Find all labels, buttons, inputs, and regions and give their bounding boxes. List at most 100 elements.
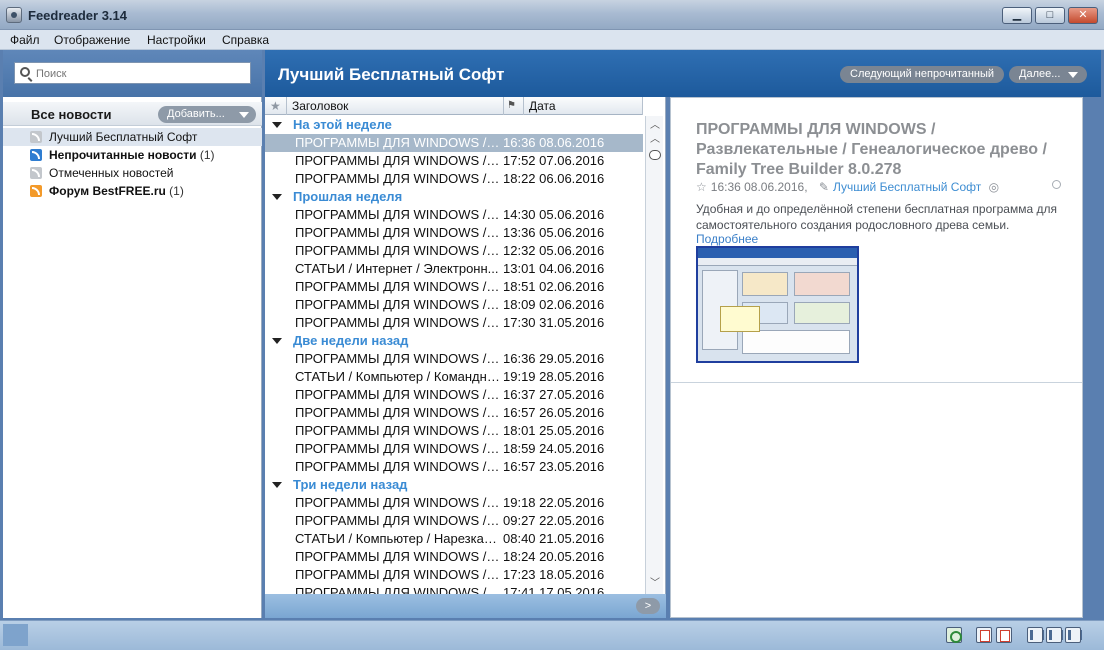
article-row[interactable]: ПРОГРАММЫ ДЛЯ WINDOWS / Му... 19:18 22.05… (265, 494, 643, 512)
article-row[interactable]: ПРОГРАММЫ ДЛЯ WINDOWS / О... 12:32 05.06.… (265, 242, 643, 260)
group-label: Прошлая неделя (293, 189, 403, 204)
article-row[interactable]: ПРОГРАММЫ ДЛЯ WINDOWS / Му... 09:27 22.05… (265, 512, 643, 530)
article-row[interactable]: ПРОГРАММЫ ДЛЯ WINDOWS / Об... 16:57 26.05… (265, 404, 643, 422)
article-row-date: 12:32 05.06.2016 (503, 243, 605, 258)
feed-item-forum[interactable]: Форум BestFREE.ru (1) (3, 182, 262, 200)
article-row[interactable]: СТАТЬИ / Компьютер / Командна... 19:19 28… (265, 368, 643, 386)
menu-file[interactable]: Файл (10, 33, 40, 47)
article-row[interactable]: ПРОГРАММЫ ДЛЯ WINDOWS / Об... 18:59 24.05… (265, 440, 643, 458)
collapse-triangle-icon[interactable] (272, 194, 282, 200)
article-row-date: 08:40 21.05.2016 (503, 531, 605, 546)
layout-vertical-icon[interactable] (1065, 627, 1082, 643)
scroll-up-icon[interactable]: ︿ (649, 134, 661, 146)
maximize-button[interactable]: □ (1035, 7, 1065, 24)
collapse-triangle-icon[interactable] (272, 482, 282, 488)
article-row[interactable]: ПРОГРАММЫ ДЛЯ WINDOWS / О... 16:36 29.05.… (265, 350, 643, 368)
group-header[interactable]: На этой неделе (265, 116, 643, 134)
font-icon[interactable] (996, 627, 1012, 643)
minimize-button[interactable]: ▁ (1002, 7, 1032, 24)
article-title[interactable]: ПРОГРАММЫ ДЛЯ WINDOWS / Развлекательные … (696, 120, 1068, 180)
article-source-link[interactable]: Лучший Бесплатный Софт (833, 180, 981, 194)
menu-settings[interactable]: Настройки (147, 33, 206, 47)
article-row-title: СТАТЬИ / Компьютер / Командна... (295, 369, 500, 384)
search-box[interactable] (14, 62, 251, 84)
star-outline-icon[interactable]: ☆ (696, 180, 707, 194)
tag-column-header[interactable]: ⚑ (504, 97, 524, 115)
menu-help[interactable]: Справка (222, 33, 269, 47)
article-row-title: ПРОГРАММЫ ДЛЯ WINDOWS / О... (295, 315, 500, 330)
next-unread-button[interactable]: Следующий непрочитанный (840, 66, 1005, 83)
article-row[interactable]: ПРОГРАММЫ ДЛЯ WINDOWS / О... 13:36 05.06.… (265, 224, 643, 242)
collapse-triangle-icon[interactable] (272, 338, 282, 344)
all-news-label[interactable]: Все новости (31, 107, 111, 122)
feed-label: Форум BestFREE.ru (49, 184, 166, 198)
article-row-date: 09:27 22.05.2016 (503, 513, 605, 528)
star-column-header[interactable]: ★ (265, 97, 287, 115)
article-row-date: 13:01 04.06.2016 (503, 261, 605, 276)
scroll-down-icon[interactable]: ﹀ (649, 578, 661, 590)
article-row-title: ПРОГРАММЫ ДЛЯ WINDOWS / Об... (295, 405, 500, 420)
chevron-down-icon (1068, 72, 1078, 78)
article-row[interactable]: ПРОГРАММЫ ДЛЯ WINDOWS / О... 14:30 05.06.… (265, 206, 643, 224)
feed-item-flagged[interactable]: Отмеченных новостей (3, 164, 262, 182)
search-input[interactable] (36, 66, 246, 81)
close-button[interactable]: ✕ (1068, 7, 1098, 24)
article-row-title: ПРОГРАММЫ ДЛЯ WINDOWS / О... (295, 351, 500, 366)
feed-title: Лучший Бесплатный Софт (278, 65, 505, 84)
article-row-title: ПРОГРАММЫ ДЛЯ WINDOWS / Му... (295, 585, 500, 594)
feed-list: Лучший Бесплатный Софт Непрочитанные нов… (3, 128, 262, 200)
article-row-date: 17:41 17.05.2016 (503, 585, 605, 594)
refresh-icon[interactable] (946, 627, 962, 643)
article-row-date: 16:36 08.06.2016 (503, 135, 605, 150)
article-row[interactable]: ПРОГРАММЫ ДЛЯ WINDOWS / О... 18:22 06.06.… (265, 170, 643, 188)
list-scrollbar[interactable]: ︿ ︿ ﹀ (645, 116, 663, 594)
article-row[interactable]: СТАТЬИ / Компьютер / Нарезка и... 08:40 2… (265, 530, 643, 548)
feed-item-best-free-soft[interactable]: Лучший Бесплатный Софт (3, 128, 262, 146)
article-row[interactable]: ПРОГРАММЫ ДЛЯ WINDOWS / Му... 17:23 18.05… (265, 566, 643, 584)
rss-icon (30, 131, 42, 143)
group-header[interactable]: Две недели назад (265, 332, 643, 350)
article-row-title: ПРОГРАММЫ ДЛЯ WINDOWS / Му... (295, 549, 500, 564)
article-row[interactable]: ПРОГРАММЫ ДЛЯ WINDOWS / О... 17:30 31.05.… (265, 314, 643, 332)
feed-count: (1) (199, 148, 215, 162)
article-row-date: 14:30 05.06.2016 (503, 207, 605, 222)
article-row[interactable]: ПРОГРАММЫ ДЛЯ WINDOWS / Об... 18:01 25.05… (265, 422, 643, 440)
add-feed-button[interactable]: Добавить... (158, 106, 256, 123)
scroll-thumb[interactable] (649, 150, 661, 160)
add-feed-label: Добавить... (167, 108, 225, 120)
article-row[interactable]: ПРОГРАММЫ ДЛЯ WINDOWS / Му... 17:41 17.05… (265, 584, 643, 594)
article-row[interactable]: ПРОГРАММЫ ДЛЯ WINDOWS / Ра... 17:52 07.06… (265, 152, 643, 170)
menu-view[interactable]: Отображение (54, 33, 130, 47)
article-row[interactable]: ПРОГРАММЫ ДЛЯ WINDOWS / О... 18:51 02.06.… (265, 278, 643, 296)
article-row-title: ПРОГРАММЫ ДЛЯ WINDOWS / О... (295, 171, 500, 186)
article-row[interactable]: ПРОГРАММЫ ДЛЯ WINDOWS / Му... 18:24 20.05… (265, 548, 643, 566)
more-button[interactable]: Далее... (1009, 66, 1087, 83)
info-icon[interactable]: ◎ (989, 180, 999, 194)
article-row-date: 13:36 05.06.2016 (503, 225, 605, 240)
article-row-title: ПРОГРАММЫ ДЛЯ WINDOWS / Му... (295, 495, 500, 510)
group-header[interactable]: Прошлая неделя (265, 188, 643, 206)
article-row[interactable]: ПРОГРАММЫ ДЛЯ WINDOWS / Об... 16:37 27.05… (265, 386, 643, 404)
article-row[interactable]: ПРОГРАММЫ ДЛЯ WINDOWS / О... 18:09 02.06.… (265, 296, 643, 314)
feed-item-unread[interactable]: Непрочитанные новости (1) (3, 146, 262, 164)
article-row[interactable]: СТАТЬИ / Интернет / Электронн... 13:01 04… (265, 260, 643, 278)
article-time: 16:36 08.06.2016, (710, 180, 808, 194)
scroll-up-icon[interactable]: ︿ (649, 120, 661, 132)
status-dot-icon[interactable] (1052, 180, 1061, 189)
layout-classic-icon[interactable] (1027, 627, 1044, 643)
article-row-date: 18:51 02.06.2016 (503, 279, 605, 294)
layout-wide-icon[interactable] (1046, 627, 1063, 643)
article-row[interactable]: ПРОГРАММЫ ДЛЯ WINDOWS / Ра... 16:36 08.06… (265, 134, 643, 152)
title-column-header[interactable]: Заголовок (287, 97, 504, 115)
watermark: http://bestfree.ru (953, 596, 1075, 611)
status-indicator (3, 624, 28, 646)
next-page-button[interactable]: > (636, 598, 660, 614)
group-header[interactable]: Три недели назад (265, 476, 643, 494)
read-more-link[interactable]: Подробнее (696, 232, 758, 246)
article-row-date: 17:52 07.06.2016 (503, 153, 605, 168)
article-row[interactable]: ПРОГРАММЫ ДЛЯ WINDOWS / Му... 16:57 23.05… (265, 458, 643, 476)
feed-doc-icon[interactable] (976, 627, 992, 643)
article-screenshot-thumbnail[interactable] (696, 246, 859, 363)
collapse-triangle-icon[interactable] (272, 122, 282, 128)
date-column-header[interactable]: Дата (524, 97, 643, 115)
